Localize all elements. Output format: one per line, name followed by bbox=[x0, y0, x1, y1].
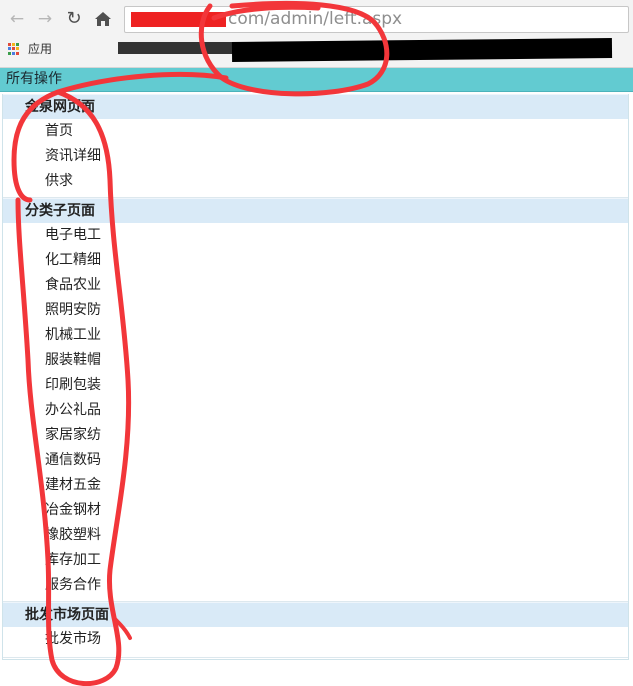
menu-item[interactable]: 首页 bbox=[3, 119, 628, 144]
menu-group: 金泉网页面 首页 资讯详细 供求 bbox=[3, 94, 628, 198]
panel-title: 所有操作 bbox=[0, 68, 633, 92]
menu-item[interactable]: 冶金钢材 bbox=[3, 498, 628, 523]
group-header[interactable]: 分类子页面 bbox=[3, 198, 628, 223]
reload-icon[interactable]: ↻ bbox=[63, 8, 85, 30]
menu-item[interactable]: 服装鞋帽 bbox=[3, 348, 628, 373]
bookmarks-bar: 应用 bbox=[0, 38, 633, 62]
menu-item[interactable]: 食品农业 bbox=[3, 273, 628, 298]
group-header[interactable]: 批发市场页面 bbox=[3, 602, 628, 627]
menu-item[interactable]: 服务合作 bbox=[3, 573, 628, 598]
redaction-mark bbox=[231, 38, 613, 62]
apps-bookmark[interactable]: 应用 bbox=[28, 38, 52, 60]
apps-grid-dot bbox=[16, 47, 19, 51]
menu-item[interactable]: 橡胶塑料 bbox=[3, 523, 628, 548]
menu-item[interactable]: 电子电工 bbox=[3, 223, 628, 248]
redaction-mark bbox=[118, 42, 238, 54]
menu-item[interactable]: 化工精细 bbox=[3, 248, 628, 273]
home-icon[interactable] bbox=[92, 8, 114, 30]
tree-menu: 金泉网页面 首页 资讯详细 供求 分类子页面 电子电工 化工精细 食品农业 照明… bbox=[2, 94, 629, 660]
apps-grid-dot bbox=[8, 43, 11, 46]
address-bar[interactable]: com/admin/left.aspx bbox=[124, 6, 629, 33]
apps-grid-icon[interactable] bbox=[8, 43, 20, 55]
apps-grid-dot bbox=[8, 47, 11, 51]
menu-group: 批发市场页面 批发市场 bbox=[3, 602, 628, 658]
apps-grid-dot bbox=[12, 51, 15, 55]
apps-grid-dot bbox=[8, 51, 11, 55]
menu-item[interactable]: 机械工业 bbox=[3, 323, 628, 348]
back-arrow-icon[interactable]: ← bbox=[6, 8, 28, 30]
menu-item[interactable]: 资讯详细 bbox=[3, 144, 628, 169]
forward-arrow-icon[interactable]: → bbox=[34, 8, 56, 30]
menu-group: 分类子页面 电子电工 化工精细 食品农业 照明安防 机械工业 服装鞋帽 印刷包装… bbox=[3, 198, 628, 602]
menu-item[interactable]: 通信数码 bbox=[3, 448, 628, 473]
menu-item[interactable]: 办公礼品 bbox=[3, 398, 628, 423]
menu-item[interactable]: 照明安防 bbox=[3, 298, 628, 323]
menu-item[interactable]: 批发市场 bbox=[3, 627, 628, 652]
menu-item[interactable]: 建材五金 bbox=[3, 473, 628, 498]
apps-grid-dot bbox=[16, 43, 19, 46]
menu-item[interactable]: 供求 bbox=[3, 169, 628, 194]
browser-chrome: ← → ↻ com/admin/left.aspx 应用 bbox=[0, 0, 633, 68]
menu-item[interactable]: 印刷包装 bbox=[3, 373, 628, 398]
menu-item[interactable]: 家居家纺 bbox=[3, 423, 628, 448]
address-text: com/admin/left.aspx bbox=[228, 9, 403, 29]
redaction-mark bbox=[131, 11, 226, 27]
apps-grid-dot bbox=[12, 47, 15, 51]
group-header[interactable]: 金泉网页面 bbox=[3, 94, 628, 119]
apps-grid-dot bbox=[16, 51, 19, 55]
menu-item[interactable]: 库存加工 bbox=[3, 548, 628, 573]
apps-grid-dot bbox=[12, 43, 15, 46]
